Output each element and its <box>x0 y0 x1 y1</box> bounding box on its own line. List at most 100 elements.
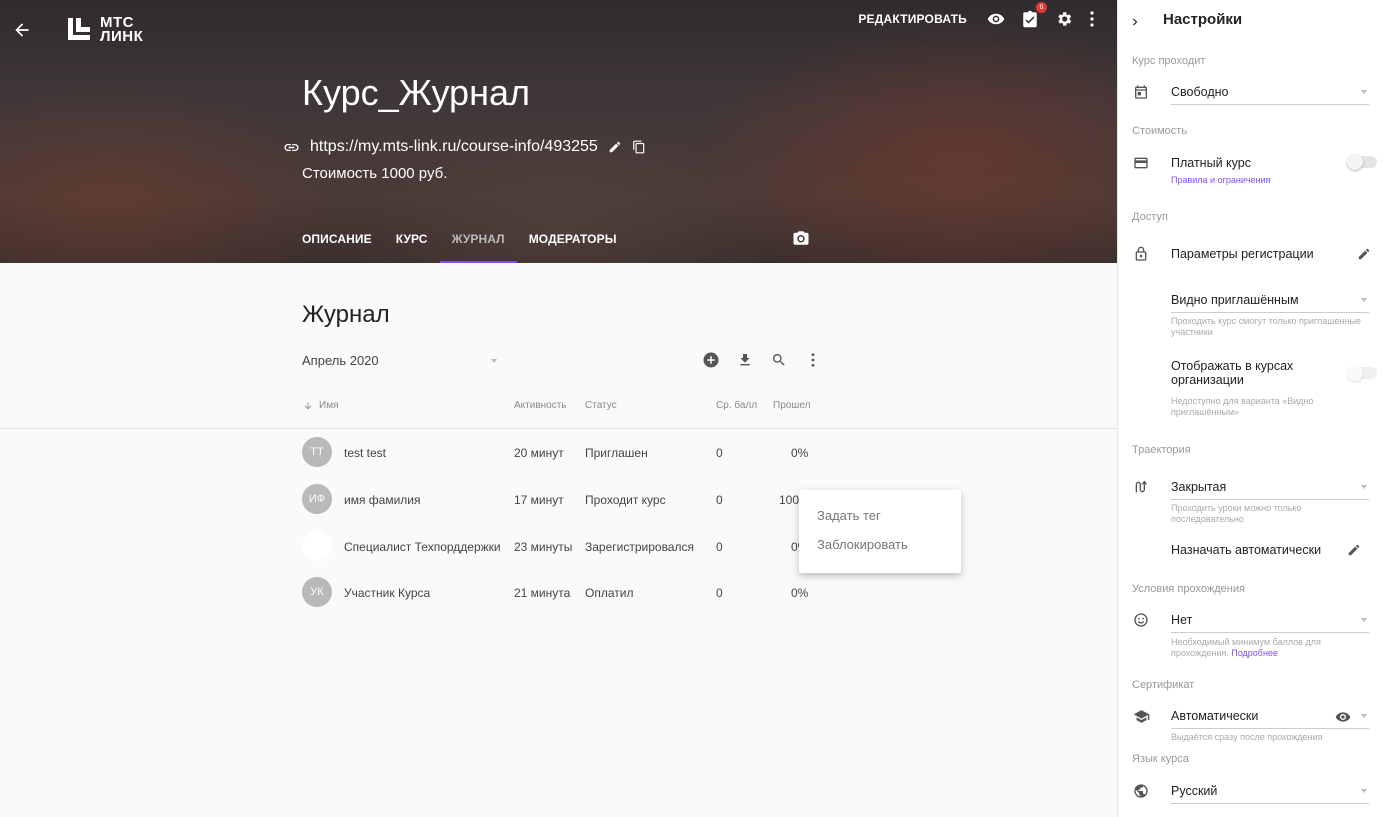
avatar: ТТ <box>302 437 332 467</box>
table-row[interactable]: УК Участник Курса 21 минута Оплатил 0 0% <box>0 569 1117 615</box>
language-select[interactable]: Русский <box>1171 784 1369 804</box>
row-status: Приглашен <box>585 446 648 460</box>
globe-icon <box>1132 782 1150 800</box>
top-toolbar: РЕДАКТИРОВАТЬ 6 <box>858 2 1097 30</box>
graduation-cap-icon <box>1132 707 1150 725</box>
add-button[interactable] <box>700 349 722 371</box>
trajectory-hint: Проходить уроки можно только последовате… <box>1171 503 1302 524</box>
tasks-button[interactable]: 6 <box>1019 2 1047 30</box>
back-button[interactable] <box>8 16 36 44</box>
row-passed: 0% <box>791 586 809 600</box>
row-avg: 0 <box>716 446 723 460</box>
trajectory-select[interactable]: Закрытая <box>1171 480 1369 500</box>
calendar-icon <box>1132 83 1150 101</box>
pass-mode-select[interactable]: Свободно <box>1171 85 1369 105</box>
edit-auto-assign-button[interactable] <box>1345 541 1363 559</box>
change-cover-button[interactable] <box>792 229 810 252</box>
avatar: ИФ <box>302 484 332 514</box>
trajectory-group-label: Траектория <box>1132 444 1191 456</box>
course-title: Курс_Журнал <box>302 72 530 113</box>
panel-title: Настройки <box>1163 11 1243 28</box>
row-avg: 0 <box>716 493 723 507</box>
certificate-group-label: Сертификат <box>1132 679 1195 691</box>
conditions-more-link[interactable]: Подробнее <box>1231 648 1278 658</box>
row-name: имя фамилия <box>344 493 421 507</box>
row-activity: 21 минута <box>514 586 571 600</box>
column-activity[interactable]: Активность <box>514 400 567 411</box>
link-icon <box>284 143 299 151</box>
course-url[interactable]: https://my.mts-link.ru/course-info/49325… <box>310 138 598 156</box>
course-url-row: https://my.mts-link.ru/course-info/49325… <box>283 138 646 156</box>
visibility-value: Видно приглашённым <box>1171 293 1299 307</box>
show-in-org-toggle[interactable] <box>1347 365 1377 381</box>
chevron-down-icon <box>1361 298 1367 302</box>
chevron-down-icon <box>1361 485 1367 489</box>
menu-item-block[interactable]: Заблокировать <box>799 533 961 562</box>
visibility-hint: Проходить курс смогут только приглашенны… <box>1171 316 1361 337</box>
settings-button[interactable] <box>1053 8 1075 30</box>
certificate-select[interactable]: Автоматически <box>1171 709 1369 729</box>
column-avg[interactable]: Ср. балл <box>716 400 757 411</box>
course-price: Стоимость 1000 руб. <box>302 165 448 182</box>
column-status[interactable]: Статус <box>585 400 617 411</box>
tab-journal[interactable]: ЖУРНАЛ <box>439 228 517 263</box>
month-select[interactable]: Апрель 2020 <box>302 353 497 368</box>
collapse-panel-button[interactable] <box>1124 11 1146 33</box>
column-passed[interactable]: Прошел <box>773 400 810 411</box>
logo[interactable]: МТС ЛИНК <box>66 15 144 45</box>
column-name[interactable]: Имя <box>303 400 338 411</box>
add-circle-icon <box>703 352 719 368</box>
month-select-value: Апрель 2020 <box>302 353 379 368</box>
column-name-label: Имя <box>319 400 339 411</box>
search-icon <box>772 354 785 366</box>
arrow-left-icon <box>15 23 29 37</box>
conditions-select[interactable]: Нет <box>1171 613 1369 633</box>
row-name: test test <box>344 446 387 460</box>
table-row[interactable]: ТТ test test 20 минут Приглашен 0 0% <box>0 429 1117 475</box>
conditions-group-label: Условия прохождения <box>1132 583 1245 595</box>
avatar <box>302 531 332 561</box>
access-group-label: Доступ <box>1132 211 1168 223</box>
avatar: УК <box>302 577 332 607</box>
more-button[interactable] <box>1087 8 1097 30</box>
download-button[interactable] <box>734 349 756 371</box>
tab-description[interactable]: ОПИСАНИЕ <box>302 228 372 263</box>
pass-mode-value: Свободно <box>1171 85 1229 99</box>
page-title: Журнал <box>302 301 390 328</box>
row-passed: 0% <box>791 446 809 460</box>
logo-line2: ЛИНК <box>100 28 144 45</box>
visibility-select[interactable]: Видно приглашённым <box>1171 293 1369 313</box>
certificate-value: Автоматически <box>1171 709 1259 723</box>
gear-icon <box>1058 12 1072 26</box>
eye-icon <box>1335 712 1351 722</box>
show-in-org-hint: Недоступно для варианта «Видно приглашён… <box>1171 396 1314 417</box>
more-vert-icon <box>1090 11 1094 27</box>
edit-button[interactable]: РЕДАКТИРОВАТЬ <box>858 12 967 26</box>
paid-rules-link[interactable]: Правила и ограничения <box>1171 175 1371 186</box>
menu-item-set-tag[interactable]: Задать тег <box>799 504 961 533</box>
tab-course[interactable]: КУРС <box>396 228 428 263</box>
table-more-button[interactable] <box>802 349 824 371</box>
chevron-down-icon <box>1361 90 1367 94</box>
search-button[interactable] <box>768 349 790 371</box>
language-group-label: Язык курса <box>1132 753 1189 765</box>
route-icon <box>1132 478 1150 496</box>
pencil-icon[interactable] <box>608 140 622 154</box>
trajectory-value: Закрытая <box>1171 480 1227 494</box>
table-header: Имя Активность Статус Ср. балл Прошел <box>0 394 1117 429</box>
registration-params-label: Параметры регистрации <box>1171 247 1314 261</box>
conditions-hint: Необходимый минимум баллов для прохожден… <box>1171 637 1371 659</box>
certificate-preview-button[interactable] <box>1335 709 1351 728</box>
more-vert-icon <box>811 353 815 367</box>
preview-button[interactable] <box>985 8 1007 30</box>
tab-moderators[interactable]: МОДЕРАТОРЫ <box>529 228 617 263</box>
certificate-hint: Выдаётся сразу после прохождения <box>1171 732 1323 742</box>
sort-down-icon <box>304 402 312 409</box>
paid-course-toggle[interactable] <box>1347 154 1377 170</box>
notification-badge: 6 <box>1036 2 1047 13</box>
edit-registration-button[interactable] <box>1355 245 1373 263</box>
copy-icon[interactable] <box>632 139 646 155</box>
language-value: Русский <box>1171 784 1218 798</box>
row-activity: 17 минут <box>514 493 564 507</box>
row-status: Зарегистрировался <box>585 540 694 554</box>
